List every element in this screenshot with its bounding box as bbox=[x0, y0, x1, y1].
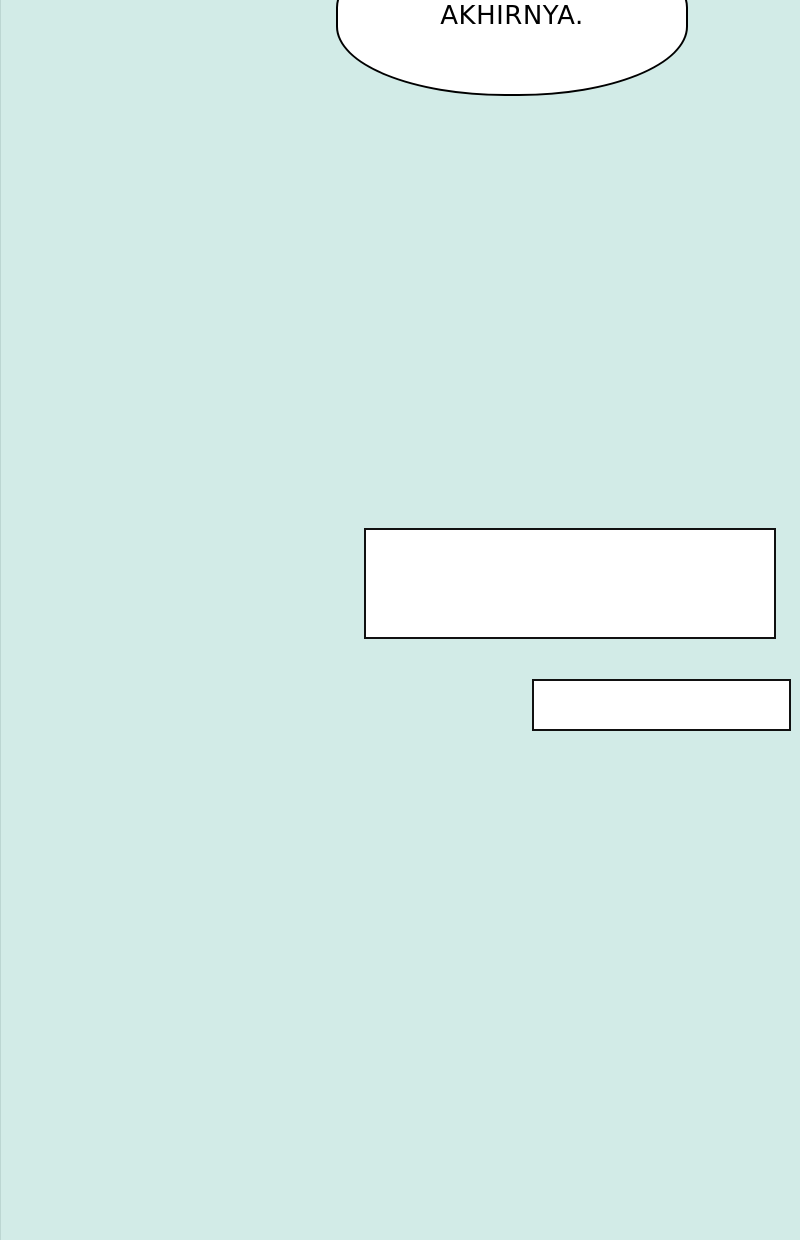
panel-left-border bbox=[0, 0, 1, 1240]
speech-bubble-text: AKHIRNYA. bbox=[440, 1, 584, 31]
caption-box bbox=[532, 679, 791, 731]
speech-bubble: AKHIRNYA. bbox=[336, 0, 688, 96]
caption-box bbox=[364, 528, 776, 639]
